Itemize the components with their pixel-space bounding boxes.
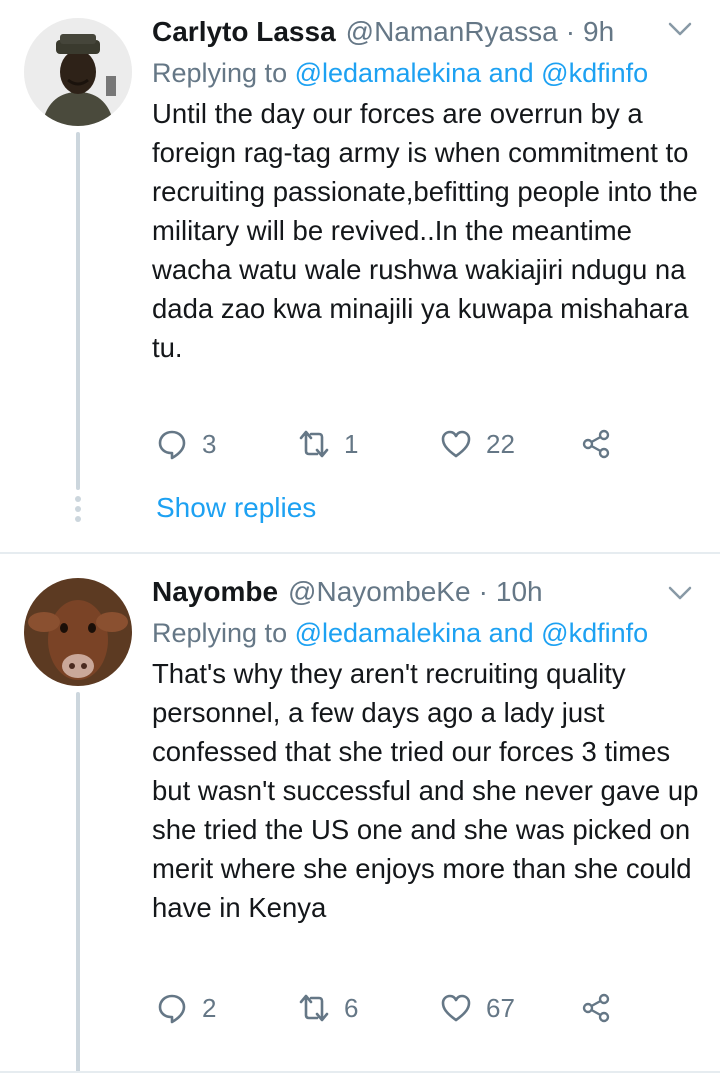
replying-to: Replying to @ledamalekina and @kdfinfo	[152, 614, 702, 652]
retweet-button[interactable]: 1	[298, 428, 358, 460]
user-handle[interactable]: @NayombeKe	[288, 576, 471, 608]
like-button[interactable]: 67	[440, 992, 515, 1024]
thread-line	[76, 132, 80, 490]
reply-count: 2	[202, 992, 217, 1023]
share-icon	[582, 429, 610, 459]
retweet-icon	[299, 430, 329, 458]
separator: ·	[565, 16, 576, 47]
retweet-count: 1	[344, 428, 359, 459]
avatar[interactable]	[24, 578, 132, 686]
timestamp[interactable]: 9h	[583, 16, 614, 48]
reply-icon	[158, 994, 186, 1024]
tweet[interactable]: Nayombe @NayombeKe · 10h Replying to @le…	[0, 556, 720, 1073]
replying-and[interactable]: and	[481, 618, 541, 648]
tweet-header: Nayombe @NayombeKe · 10h	[152, 572, 702, 612]
tweet-text: That's why they aren't recruiting qualit…	[152, 658, 699, 923]
chevron-down-icon[interactable]	[668, 22, 692, 36]
retweet-icon	[299, 994, 329, 1022]
share-button[interactable]	[580, 992, 612, 1024]
like-button[interactable]: 22	[440, 428, 515, 460]
user-handle[interactable]: @NamanRyassa	[346, 16, 558, 48]
share-button[interactable]	[580, 428, 612, 460]
display-name[interactable]: Carlyto Lassa	[152, 16, 336, 48]
replying-prefix: Replying to	[152, 618, 295, 648]
chevron-down-icon[interactable]	[668, 586, 692, 600]
tweet-header: Carlyto Lassa @NamanRyassa · 9h	[152, 12, 702, 52]
like-count: 67	[486, 992, 515, 1023]
display-name[interactable]: Nayombe	[152, 576, 278, 608]
avatar[interactable]	[24, 18, 132, 126]
reply-icon	[158, 430, 186, 460]
heart-icon	[441, 430, 471, 458]
mention-link[interactable]: @ledamalekina	[295, 618, 482, 648]
reply-count: 3	[202, 428, 217, 459]
thread-line	[76, 692, 80, 1073]
mention-link[interactable]: @ledamalekina	[295, 58, 482, 88]
like-count: 22	[486, 428, 515, 459]
tweet-text: Until the day our forces are overrun by …	[152, 98, 698, 363]
replying-to: Replying to @ledamalekina and @kdfinfo	[152, 54, 702, 92]
retweet-button[interactable]: 6	[298, 992, 358, 1024]
replying-prefix: Replying to	[152, 58, 295, 88]
reply-button[interactable]: 3	[156, 428, 216, 460]
retweet-count: 6	[344, 992, 359, 1023]
separator: ·	[478, 576, 488, 607]
mention-link[interactable]: @kdfinfo	[541, 58, 648, 88]
divider	[0, 552, 720, 554]
heart-icon	[441, 994, 471, 1022]
mention-link[interactable]: @kdfinfo	[541, 618, 648, 648]
reply-button[interactable]: 2	[156, 992, 216, 1024]
replying-and[interactable]: and	[481, 58, 541, 88]
timestamp[interactable]: 10h	[496, 576, 543, 608]
tweet[interactable]: Carlyto Lassa @NamanRyassa · 9h Replying…	[0, 0, 720, 552]
thread-dots	[74, 496, 82, 526]
show-replies-link[interactable]: Show replies	[156, 492, 316, 524]
share-icon	[582, 993, 610, 1023]
